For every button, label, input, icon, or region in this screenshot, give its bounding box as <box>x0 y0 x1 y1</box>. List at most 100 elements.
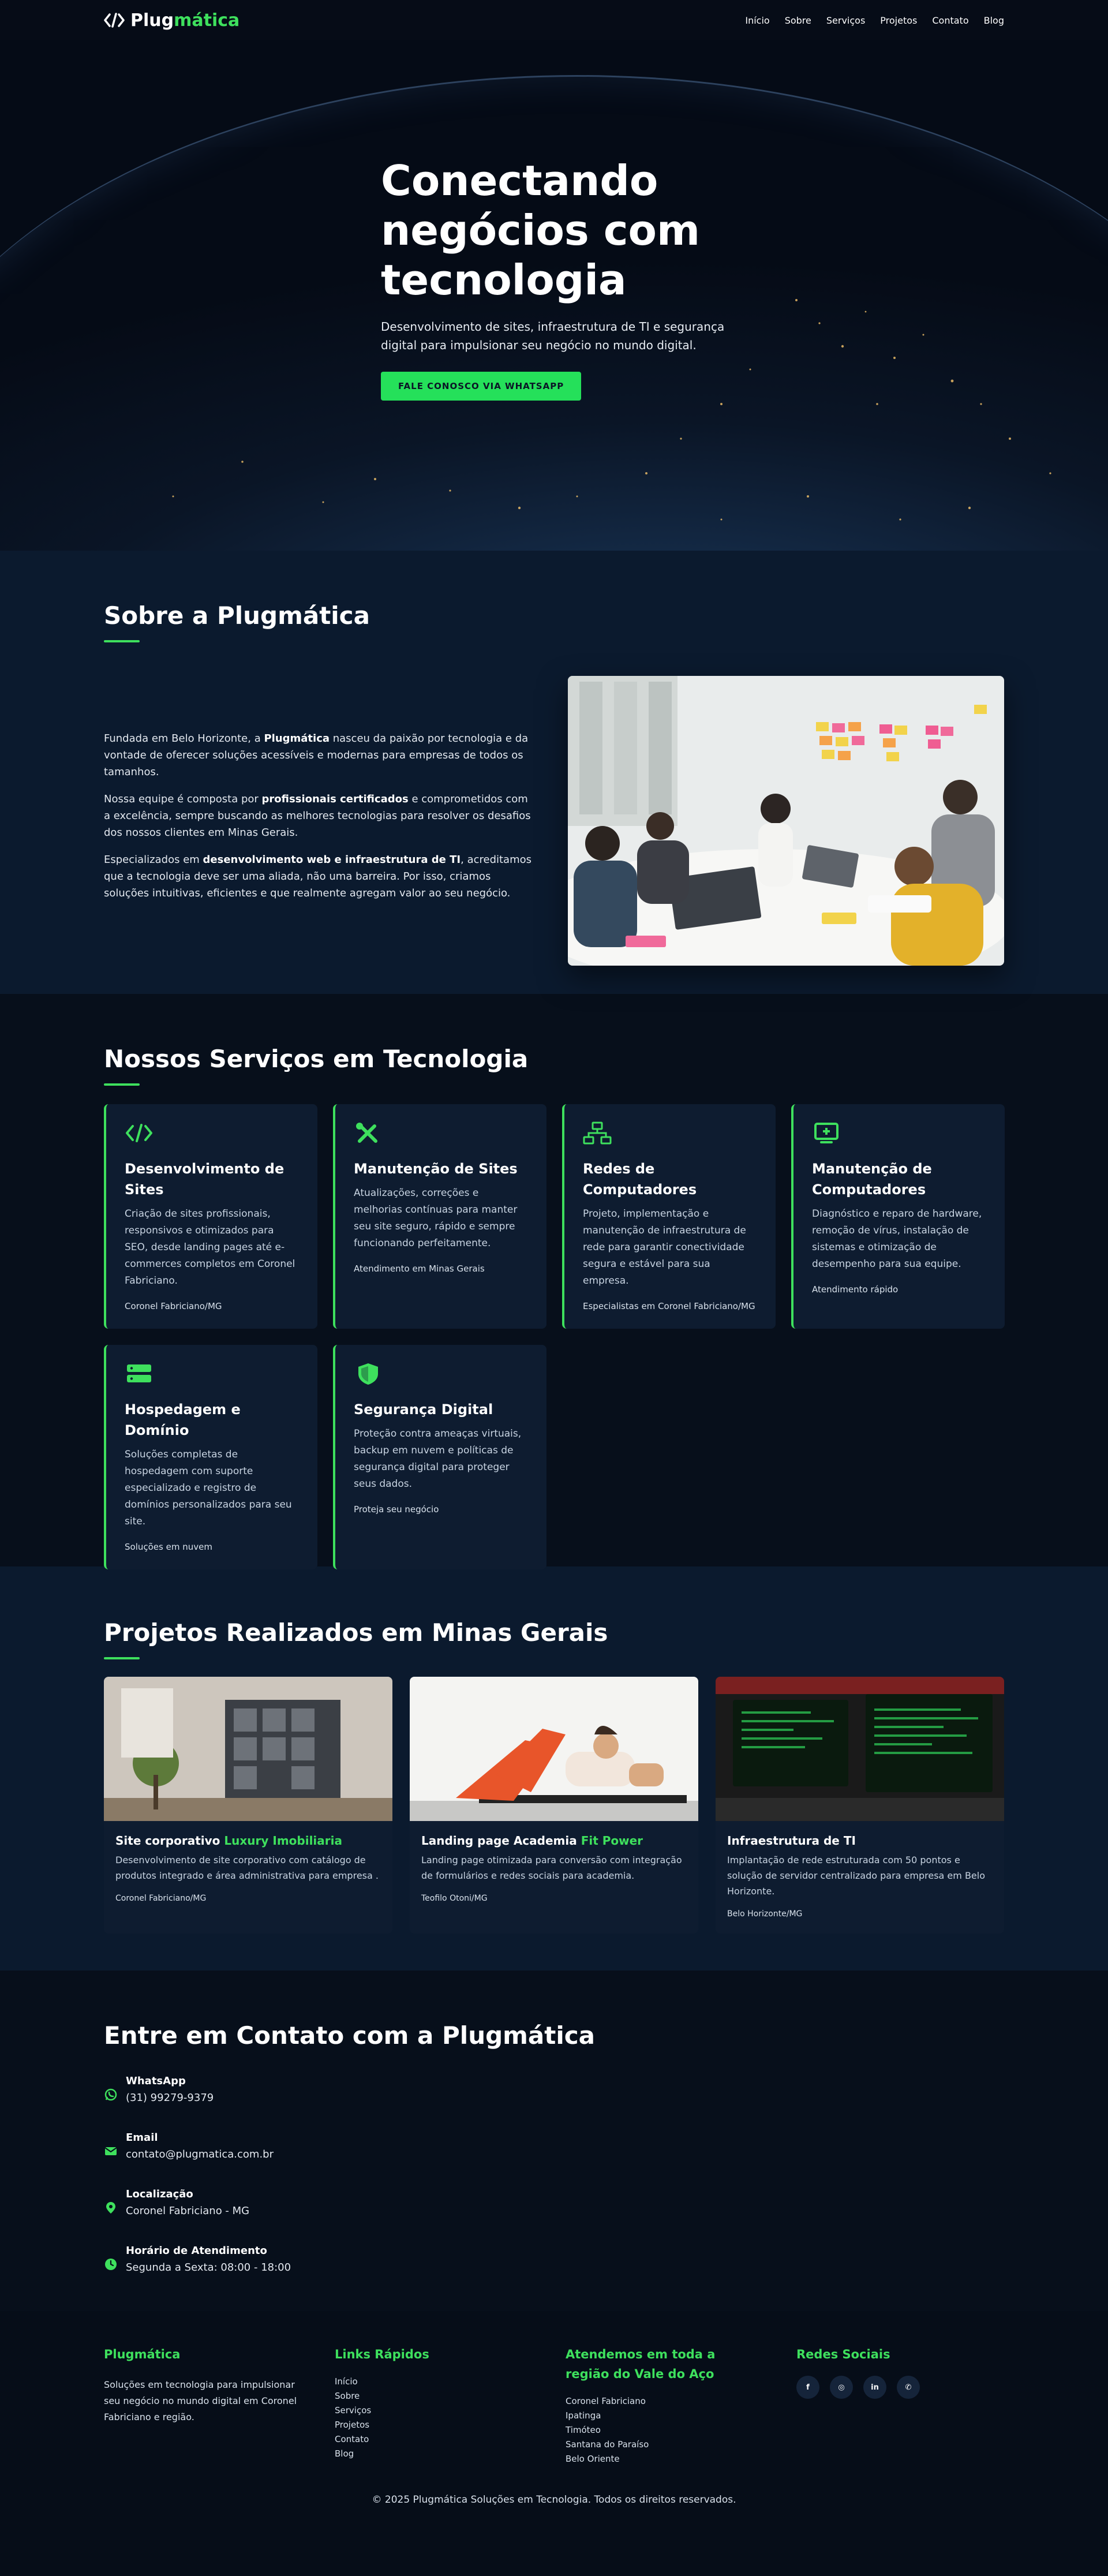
contact-label: Horário de Atendimento <box>126 2245 267 2257</box>
team-meeting-photo <box>568 676 1004 966</box>
service-description: Soluções completas de hospedagem com sup… <box>125 1449 292 1527</box>
nav-link-sobre[interactable]: Sobre <box>785 15 811 26</box>
project-title-text: Infraestrutura de TI <box>727 1834 856 1848</box>
about-paragraph-1: Fundada em Belo Horizonte, a Plugmática … <box>104 730 534 780</box>
copyright: © 2025 Plugmática Soluções em Tecnologia… <box>372 2494 736 2506</box>
top-navbar: Plugmática Início Sobre Serviços Projeto… <box>0 0 1108 40</box>
service-tag: Atendimento em Minas Gerais <box>354 1263 485 1274</box>
nav-link-servicos[interactable]: Serviços <box>826 15 865 26</box>
nav-link-contato[interactable]: Contato <box>932 15 968 26</box>
services-section: Nossos Serviços em Tecnologia Desenvolvi… <box>0 994 1108 1569</box>
about-section: Sobre a Plugmática Fundada em Belo Horiz… <box>0 551 1108 994</box>
contact-label: Localização <box>126 2188 193 2200</box>
about-p2-text-a: Nossa equipe é composta por <box>104 792 262 805</box>
linkedin-icon[interactable]: in <box>863 2376 886 2399</box>
brand-name-part2: mática <box>174 10 240 31</box>
contact-value: Segunda a Sexta: 08:00 - 18:00 <box>126 2261 291 2274</box>
footer-city: Ipatinga <box>566 2410 601 2421</box>
footer-link-contato[interactable]: Contato <box>335 2432 566 2447</box>
project-description: Desenvolvimento de site corporativo com … <box>115 1855 379 1881</box>
service-card-sites[interactable]: Desenvolvimento de Sites Criação de site… <box>104 1104 317 1329</box>
code-brackets-icon <box>104 13 125 28</box>
contact-whatsapp[interactable]: WhatsApp (31) 99279-9379 <box>104 2075 1004 2104</box>
project-title: Site corporativo Luxury Imobiliaria <box>115 1834 381 1848</box>
project-image-monitors <box>716 1677 1004 1821</box>
project-title-text: Site corporativo <box>115 1834 224 1848</box>
project-title: Landing page Academia Fit Power <box>421 1834 687 1848</box>
instagram-icon[interactable]: ◎ <box>830 2376 853 2399</box>
project-description: Implantação de rede estruturada com 50 p… <box>727 1855 985 1897</box>
whatsapp-social-icon[interactable]: ✆ <box>897 2376 920 2399</box>
computer-repair-icon <box>814 1123 839 1143</box>
nav-link-blog[interactable]: Blog <box>984 15 1004 26</box>
hero-section: Conectando negócios com tecnologia Desen… <box>0 0 1108 551</box>
footer-link-projetos[interactable]: Projetos <box>335 2418 566 2432</box>
contact-hours: Horário de Atendimento Segunda a Sexta: 0… <box>104 2245 1004 2274</box>
service-card-computer-maintenance[interactable]: Manutenção de Computadores Diagnóstico e… <box>791 1104 1005 1329</box>
service-tag: Soluções em nuvem <box>125 1542 212 1552</box>
project-title-highlight: Luxury Imobiliaria <box>224 1834 342 1848</box>
site-footer: Plugmática Soluções em tecnologia para i… <box>0 2311 1108 2576</box>
footer-link-inicio[interactable]: Início <box>335 2375 566 2389</box>
service-title: Redes de Computadores <box>583 1161 697 1198</box>
project-card-luxury[interactable]: Site corporativo Luxury Imobiliaria Dese… <box>104 1677 392 1934</box>
project-card-fitpower[interactable]: Landing page Academia Fit Power Landing … <box>410 1677 698 1934</box>
service-tag: Proteja seu negócio <box>354 1504 439 1515</box>
nav-menu: Início Sobre Serviços Projetos Contato B… <box>745 15 1004 26</box>
footer-link-blog[interactable]: Blog <box>335 2447 566 2461</box>
about-p1-bold: Plugmática <box>264 732 330 745</box>
service-tag: Atendimento rápido <box>812 1284 899 1295</box>
service-title: Segurança Digital <box>354 1401 493 1418</box>
project-description: Landing page otimizada para conversão co… <box>421 1855 682 1881</box>
nav-link-projetos[interactable]: Projetos <box>880 15 917 26</box>
service-title: Hospedagem e Domínio <box>125 1401 241 1438</box>
footer-link-sobre[interactable]: Sobre <box>335 2389 566 2403</box>
service-card-networks[interactable]: Redes de Computadores Projeto, implement… <box>562 1104 776 1329</box>
service-card-site-maintenance[interactable]: Manutenção de Sites Atualizações, correç… <box>333 1104 546 1329</box>
nav-link-inicio[interactable]: Início <box>745 15 769 26</box>
whatsapp-cta-button[interactable]: FALE CONOSCO VIA WHATSAPP <box>381 372 582 401</box>
project-image-living-room <box>104 1677 392 1821</box>
service-title: Manutenção de Sites <box>354 1161 518 1177</box>
service-tag: Especialistas em Coronel Fabriciano/MG <box>583 1301 755 1311</box>
contact-section: Entre em Contato com a Plugmática WhatsA… <box>0 1971 1108 2311</box>
footer-social-column: Redes Sociais f ◎ in ✆ <box>796 2345 1004 2466</box>
about-paragraph-2: Nossa equipe é composta por profissionai… <box>104 791 534 841</box>
contact-title: Entre em Contato com a Plugmática <box>104 2021 595 2050</box>
hero-title: Conectando negócios com tecnologia <box>381 156 701 304</box>
footer-brand-title: Plugmática <box>104 2347 181 2361</box>
projects-title: Projetos Realizados em Minas Gerais <box>104 1618 608 1647</box>
footer-link-servicos[interactable]: Serviços <box>335 2403 566 2418</box>
project-card-infra[interactable]: Infraestrutura de TI Implantação de rede… <box>716 1677 1004 1934</box>
facebook-icon[interactable]: f <box>796 2376 819 2399</box>
hero-content: Conectando negócios com tecnologia Desen… <box>381 156 750 401</box>
footer-about-column: Plugmática Soluções em tecnologia para i… <box>104 2345 335 2466</box>
project-location: Teofilo Otoni/MG <box>421 1894 488 1903</box>
footer-social-title: Redes Sociais <box>796 2347 890 2361</box>
brand-logo[interactable]: Plugmática <box>104 10 239 31</box>
location-icon <box>106 2202 115 2214</box>
services-title: Nossos Serviços em Tecnologia <box>104 1045 529 1073</box>
brand-name-part1: Plug <box>130 10 174 31</box>
footer-city: Coronel Fabriciano <box>566 2396 646 2406</box>
about-paragraph-3: Especializados em desenvolvimento web e … <box>104 851 534 902</box>
footer-city: Timóteo <box>566 2425 601 2435</box>
service-description: Projeto, implementação e manutenção de i… <box>583 1208 746 1287</box>
about-text: Fundada em Belo Horizonte, a Plugmática … <box>104 730 534 912</box>
title-underline <box>104 640 140 642</box>
projects-section: Projetos Realizados em Minas Gerais Site… <box>0 1566 1108 1971</box>
about-p1-text-a: Fundada em Belo Horizonte, a <box>104 732 264 745</box>
footer-city: Belo Oriente <box>566 2454 620 2464</box>
title-underline <box>104 1657 140 1659</box>
server-icon <box>127 1364 151 1382</box>
code-icon <box>126 1124 152 1142</box>
project-title-highlight: Fit Power <box>581 1834 643 1848</box>
contact-email[interactable]: Email contato@plugmatica.com.br <box>104 2132 1004 2160</box>
contact-value: Coronel Fabriciano - MG <box>126 2205 250 2217</box>
contact-location: Localização Coronel Fabriciano - MG <box>104 2188 1004 2217</box>
footer-links-title: Links Rápidos <box>335 2347 429 2361</box>
project-location: Coronel Fabriciano/MG <box>115 1894 207 1903</box>
service-card-hosting[interactable]: Hospedagem e Domínio Soluções completas … <box>104 1345 317 1569</box>
service-card-security[interactable]: Segurança Digital Proteção contra ameaça… <box>333 1345 546 1569</box>
footer-city: Santana do Paraíso <box>566 2439 649 2450</box>
